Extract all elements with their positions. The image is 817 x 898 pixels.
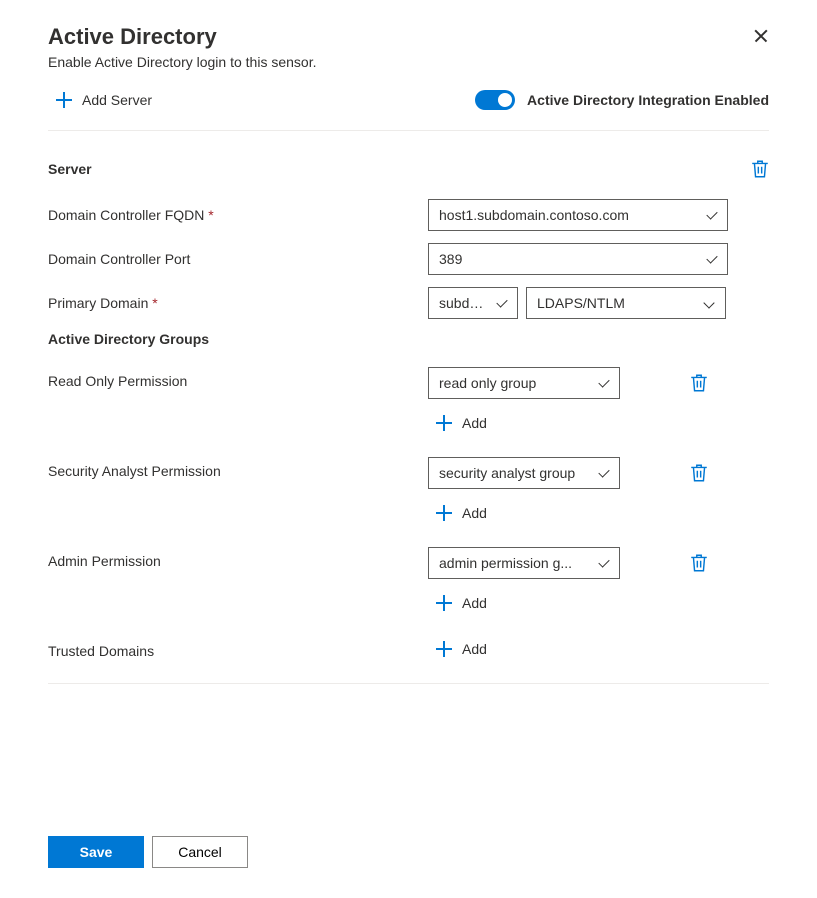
delete-server-button[interactable] bbox=[751, 159, 769, 179]
protocol-value: LDAPS/NTLM bbox=[537, 295, 625, 311]
check-icon bbox=[597, 556, 611, 570]
admin-group-value: admin permission g... bbox=[439, 555, 572, 571]
add-label: Add bbox=[462, 595, 487, 611]
add-security-analyst-group-button[interactable]: Add bbox=[428, 499, 769, 527]
integration-toggle[interactable] bbox=[475, 90, 515, 110]
admin-group-input[interactable]: admin permission g... bbox=[428, 547, 620, 579]
primary-domain-label: Primary Domain bbox=[48, 295, 428, 311]
add-trusted-domain-button[interactable]: Add bbox=[428, 635, 769, 663]
readonly-permission-label: Read Only Permission bbox=[48, 367, 428, 389]
protocol-select[interactable]: LDAPS/NTLM bbox=[526, 287, 726, 319]
fqdn-label: Domain Controller FQDN bbox=[48, 207, 428, 223]
close-icon[interactable] bbox=[753, 28, 769, 44]
fqdn-input[interactable]: host1.subdomain.contoso.com bbox=[428, 199, 728, 231]
trusted-domains-label: Trusted Domains bbox=[48, 637, 428, 659]
save-button[interactable]: Save bbox=[48, 836, 144, 868]
port-label: Domain Controller Port bbox=[48, 251, 428, 267]
delete-security-analyst-group-button[interactable] bbox=[690, 463, 708, 483]
trash-icon bbox=[690, 373, 708, 393]
fqdn-value: host1.subdomain.contoso.com bbox=[439, 207, 629, 223]
check-icon bbox=[597, 376, 611, 390]
add-readonly-group-button[interactable]: Add bbox=[428, 409, 769, 437]
plus-icon bbox=[436, 641, 452, 657]
groups-section-title: Active Directory Groups bbox=[48, 331, 769, 347]
trash-icon bbox=[690, 553, 708, 573]
add-server-button[interactable]: Add Server bbox=[56, 88, 152, 112]
check-icon bbox=[597, 466, 611, 480]
port-value: 389 bbox=[439, 251, 462, 267]
page-subtitle: Enable Active Directory login to this se… bbox=[48, 54, 769, 70]
security-analyst-group-value: security analyst group bbox=[439, 465, 575, 481]
add-admin-group-button[interactable]: Add bbox=[428, 589, 769, 617]
primary-domain-input[interactable]: subdo... bbox=[428, 287, 518, 319]
security-analyst-permission-label: Security Analyst Permission bbox=[48, 457, 428, 479]
trash-icon bbox=[751, 159, 769, 179]
toggle-label: Active Directory Integration Enabled bbox=[527, 92, 769, 108]
check-icon bbox=[705, 208, 719, 222]
check-icon bbox=[495, 296, 509, 310]
readonly-group-input[interactable]: read only group bbox=[428, 367, 620, 399]
delete-readonly-group-button[interactable] bbox=[690, 373, 708, 393]
add-label: Add bbox=[462, 505, 487, 521]
page-title: Active Directory bbox=[48, 24, 769, 50]
admin-permission-label: Admin Permission bbox=[48, 547, 428, 569]
primary-domain-value: subdo... bbox=[439, 295, 487, 311]
divider bbox=[48, 683, 769, 684]
trash-icon bbox=[690, 463, 708, 483]
delete-admin-group-button[interactable] bbox=[690, 553, 708, 573]
add-label: Add bbox=[462, 415, 487, 431]
plus-icon bbox=[436, 595, 452, 611]
add-label: Add bbox=[462, 641, 487, 657]
plus-icon bbox=[56, 92, 72, 108]
port-input[interactable]: 389 bbox=[428, 243, 728, 275]
cancel-button[interactable]: Cancel bbox=[152, 836, 248, 868]
check-icon bbox=[705, 252, 719, 266]
security-analyst-group-input[interactable]: security analyst group bbox=[428, 457, 620, 489]
divider bbox=[48, 130, 769, 131]
add-server-label: Add Server bbox=[82, 92, 152, 108]
plus-icon bbox=[436, 415, 452, 431]
plus-icon bbox=[436, 505, 452, 521]
readonly-group-value: read only group bbox=[439, 375, 536, 391]
chevron-down-icon bbox=[703, 297, 715, 309]
server-section-title: Server bbox=[48, 161, 92, 177]
